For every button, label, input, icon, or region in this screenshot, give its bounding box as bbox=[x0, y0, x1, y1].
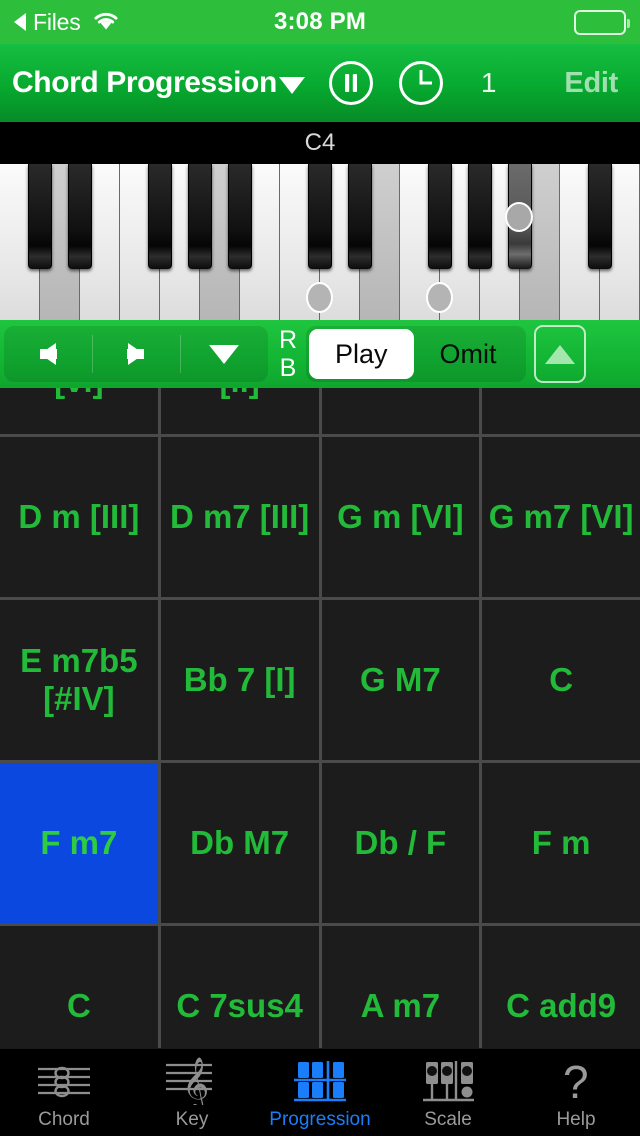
previous-chord-button[interactable] bbox=[4, 326, 92, 382]
chord-cell-selected[interactable]: F m7 bbox=[0, 763, 158, 923]
scale-keys-icon bbox=[416, 1057, 480, 1105]
piano-black-key[interactable] bbox=[68, 164, 93, 269]
octave-down-button[interactable] bbox=[180, 326, 268, 382]
status-bar-right bbox=[410, 10, 640, 35]
chord-cell[interactable]: G M7 bbox=[322, 600, 480, 760]
octave-label: C4 bbox=[0, 122, 640, 164]
piano-black-key[interactable] bbox=[348, 164, 373, 269]
play-omit-segment: Play Omit bbox=[306, 326, 526, 382]
battery-full-icon bbox=[574, 10, 626, 35]
treble-clef-icon: 𝄞 bbox=[160, 1057, 224, 1105]
chord-cell[interactable]: C 7sus4 bbox=[161, 926, 319, 1048]
chord-progression-grid[interactable]: [vi][ii]D m [III]D m7 [III]G m [VI]G m7 … bbox=[0, 388, 640, 1048]
chord-cell[interactable]: Db / F bbox=[322, 763, 480, 923]
triangle-left-icon bbox=[14, 13, 26, 31]
tab-label: Chord bbox=[38, 1109, 90, 1131]
tab-help[interactable]: ? Help bbox=[512, 1049, 640, 1136]
tab-label: Help bbox=[556, 1109, 595, 1131]
rb-bottom-label: B bbox=[280, 354, 297, 382]
play-button[interactable]: Play bbox=[309, 329, 414, 379]
pause-circle-icon bbox=[327, 59, 375, 107]
chord-cell[interactable]: C add9 bbox=[482, 926, 640, 1048]
chord-cell[interactable]: D m [III] bbox=[0, 437, 158, 597]
piano-black-key[interactable] bbox=[28, 164, 53, 269]
chord-cell[interactable]: A m7 bbox=[322, 926, 480, 1048]
chord-cell[interactable]: D m7 [III] bbox=[161, 437, 319, 597]
piano-keyboard[interactable] bbox=[0, 164, 640, 320]
tab-bar: Chord 𝄞 Key Progression bbox=[0, 1048, 640, 1136]
clock-icon bbox=[397, 59, 445, 107]
navigation-bar: Chord Progression 1 Edit bbox=[0, 44, 640, 122]
scroll-up-button[interactable] bbox=[534, 325, 586, 383]
tab-chord[interactable]: Chord bbox=[0, 1049, 128, 1136]
status-bar-clock: 3:08 PM bbox=[230, 8, 410, 36]
tab-label: Key bbox=[176, 1109, 209, 1131]
key-marker-dot bbox=[306, 282, 333, 313]
arrow-left-icon bbox=[40, 343, 56, 365]
mode-selector[interactable]: Chord Progression bbox=[0, 66, 305, 100]
chord-cell[interactable]: Bb 7 [I] bbox=[161, 600, 319, 760]
chord-cell[interactable]: F m bbox=[482, 763, 640, 923]
nav-title-label: Chord Progression bbox=[12, 66, 277, 100]
progression-count[interactable]: 1 bbox=[481, 67, 497, 99]
piano-black-key[interactable] bbox=[428, 164, 453, 269]
triangle-down-icon bbox=[209, 345, 239, 364]
rb-top-label: R bbox=[279, 326, 297, 354]
chord-cell[interactable]: C bbox=[482, 600, 640, 760]
keyboard-panel: C4 bbox=[0, 122, 640, 320]
chord-cell[interactable]: G m [VI] bbox=[322, 437, 480, 597]
chord-cell[interactable]: Db M7 bbox=[161, 763, 319, 923]
edit-button[interactable]: Edit bbox=[564, 67, 640, 100]
piano-black-key[interactable] bbox=[308, 164, 333, 269]
chord-cell[interactable]: C bbox=[0, 926, 158, 1048]
omit-button[interactable]: Omit bbox=[414, 329, 523, 379]
status-bar: Files 3:08 PM bbox=[0, 0, 640, 44]
question-mark-icon: ? bbox=[552, 1057, 600, 1105]
pause-button[interactable] bbox=[327, 59, 375, 107]
metronome-timer-button[interactable] bbox=[397, 59, 445, 107]
piano-black-key[interactable] bbox=[468, 164, 493, 269]
piano-black-key[interactable] bbox=[188, 164, 213, 269]
status-bar-app-name: Files bbox=[33, 9, 81, 36]
chord-cell[interactable]: E m7b5 [#IV] bbox=[0, 600, 158, 760]
rb-toggle[interactable]: R B bbox=[272, 326, 304, 382]
next-chord-button[interactable] bbox=[92, 326, 180, 382]
chevron-down-icon bbox=[279, 77, 305, 94]
tab-scale[interactable]: Scale bbox=[384, 1049, 512, 1136]
tab-label: Progression bbox=[269, 1109, 370, 1131]
chord-cell[interactable] bbox=[482, 388, 640, 434]
piano-black-key[interactable] bbox=[148, 164, 173, 269]
chord-staff-icon bbox=[32, 1057, 96, 1105]
tab-label: Scale bbox=[424, 1109, 472, 1131]
key-marker-dot bbox=[505, 202, 533, 232]
chord-cell[interactable]: [ii] bbox=[161, 388, 319, 434]
tab-progression[interactable]: Progression bbox=[256, 1049, 384, 1136]
svg-text:?: ? bbox=[563, 1058, 589, 1104]
chord-cell[interactable]: G m7 [VI] bbox=[482, 437, 640, 597]
key-marker-dot bbox=[426, 282, 453, 313]
navigation-segment bbox=[4, 326, 268, 382]
piano-black-key[interactable] bbox=[228, 164, 253, 269]
piano-black-key[interactable] bbox=[588, 164, 613, 269]
tab-key[interactable]: 𝄞 Key bbox=[128, 1049, 256, 1136]
svg-text:𝄞: 𝄞 bbox=[182, 1057, 209, 1105]
progression-keys-icon bbox=[288, 1057, 352, 1105]
app-root: Files 3:08 PM Chord Progression bbox=[0, 0, 640, 1136]
status-bar-back-to-app[interactable]: Files bbox=[0, 9, 230, 36]
chord-cell[interactable]: [vi] bbox=[0, 388, 158, 434]
wifi-icon bbox=[92, 9, 120, 35]
triangle-up-icon bbox=[545, 345, 575, 364]
chord-control-bar: R B Play Omit bbox=[0, 320, 640, 388]
chord-cell[interactable] bbox=[322, 388, 480, 434]
arrow-right-icon bbox=[128, 343, 144, 365]
